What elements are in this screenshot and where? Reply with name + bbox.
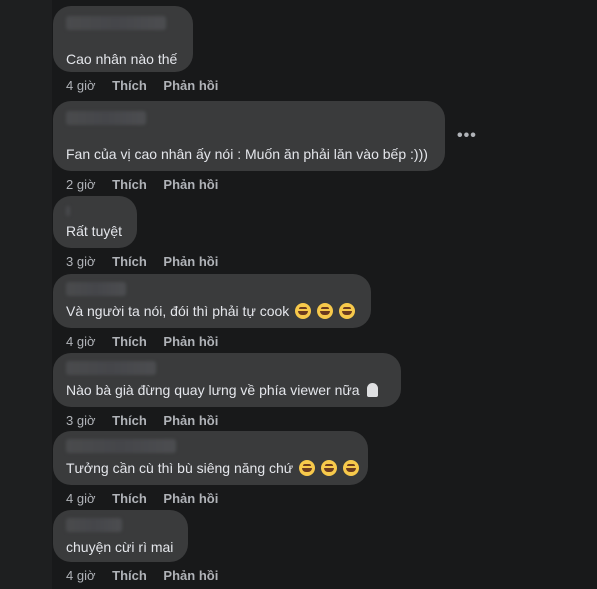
comment-bubble: Tưởng cần cù thì bù siêng năng chứ bbox=[53, 431, 368, 485]
comment-bubble: Và người ta nói, đói thì phải tự cook bbox=[53, 274, 371, 328]
avatar-column bbox=[0, 0, 52, 589]
comment-actions: 4 giờ Thích Phản hồi bbox=[53, 334, 371, 350]
laughing-emoji-icon bbox=[317, 303, 334, 319]
comment-text: Cao nhân nào thế bbox=[66, 51, 178, 67]
reply-button[interactable]: Phản hồi bbox=[163, 177, 218, 192]
comment-text-content: Và người ta nói, đói thì phải tự cook bbox=[66, 303, 290, 319]
comment-text: Nào bà già đừng quay lưng về phía viewer… bbox=[66, 381, 388, 399]
more-options-icon[interactable]: ••• bbox=[457, 127, 477, 145]
comment-time[interactable]: 3 giờ bbox=[66, 254, 96, 269]
comment-text: chuyện cừi rì mai bbox=[66, 539, 174, 555]
comment-time[interactable]: 4 giờ bbox=[66, 78, 96, 93]
reply-button[interactable]: Phản hồi bbox=[163, 254, 218, 269]
comment: chuyện cừi rì mai 4 giờ Thích Phản hồi bbox=[53, 510, 231, 584]
comment-text-content: Tưởng cần cù thì bù siêng năng chứ bbox=[66, 460, 294, 476]
comment-time[interactable]: 4 giờ bbox=[66, 568, 96, 583]
comment-time[interactable]: 2 giờ bbox=[66, 177, 96, 192]
reply-button[interactable]: Phản hồi bbox=[163, 78, 218, 93]
laughing-emoji-icon bbox=[342, 460, 359, 476]
reply-button[interactable]: Phản hồi bbox=[163, 413, 218, 428]
comment-time[interactable]: 3 giờ bbox=[66, 413, 96, 428]
comment-text: Fan của vị cao nhân ấy nói : Muốn ăn phả… bbox=[66, 146, 428, 162]
reply-button[interactable]: Phản hồi bbox=[163, 334, 218, 349]
comment-actions: 3 giờ Thích Phản hồi bbox=[53, 254, 231, 270]
comment-bubble: Rất tuyệt bbox=[53, 196, 137, 248]
comment: Rất tuyệt 3 giờ Thích Phản hồi bbox=[53, 196, 231, 270]
comment: Cao nhân nào thế 4 giờ Thích Phản hồi bbox=[53, 6, 231, 94]
reply-button[interactable]: Phản hồi bbox=[163, 491, 218, 506]
comment-text: Và người ta nói, đói thì phải tự cook bbox=[66, 302, 358, 320]
comment: Tưởng cần cù thì bù siêng năng chứ 4 giờ… bbox=[53, 431, 368, 507]
like-button[interactable]: Thích bbox=[112, 78, 147, 93]
author-name[interactable] bbox=[66, 439, 176, 453]
comment-actions: 4 giờ Thích Phản hồi bbox=[53, 491, 368, 507]
author-name[interactable] bbox=[66, 16, 166, 30]
laughing-emoji-icon bbox=[295, 303, 312, 319]
like-button[interactable]: Thích bbox=[112, 568, 147, 583]
comment: Và người ta nói, đói thì phải tự cook 4 … bbox=[53, 274, 371, 350]
comment-bubble: Fan của vị cao nhân ấy nói : Muốn ăn phả… bbox=[53, 101, 445, 171]
laughing-emoji-icon bbox=[338, 303, 355, 319]
author-name[interactable] bbox=[66, 282, 126, 296]
comment-bubble: chuyện cừi rì mai bbox=[53, 510, 188, 562]
like-button[interactable]: Thích bbox=[112, 413, 147, 428]
author-name[interactable] bbox=[66, 518, 122, 532]
comment-actions: 4 giờ Thích Phản hồi bbox=[53, 568, 231, 584]
comment: Fan của vị cao nhân ấy nói : Muốn ăn phả… bbox=[53, 101, 445, 193]
comment: Nào bà già đừng quay lưng về phía viewer… bbox=[53, 353, 401, 429]
author-name[interactable] bbox=[66, 361, 156, 375]
like-button[interactable]: Thích bbox=[112, 177, 147, 192]
comment-bubble: Cao nhân nào thế bbox=[53, 6, 193, 72]
comment-bubble: Nào bà già đừng quay lưng về phía viewer… bbox=[53, 353, 401, 407]
like-button[interactable]: Thích bbox=[112, 334, 147, 349]
comment-text: Tưởng cần cù thì bù siêng năng chứ bbox=[66, 459, 359, 477]
comment-actions: 2 giờ Thích Phản hồi bbox=[53, 177, 445, 193]
comment-actions: 4 giờ Thích Phản hồi bbox=[53, 78, 231, 94]
reply-button[interactable]: Phản hồi bbox=[163, 568, 218, 583]
comment-time[interactable]: 4 giờ bbox=[66, 334, 96, 349]
author-name[interactable] bbox=[66, 206, 70, 216]
ghost-emoji-icon bbox=[367, 383, 379, 397]
like-button[interactable]: Thích bbox=[112, 491, 147, 506]
comment-text: Rất tuyệt bbox=[66, 223, 123, 239]
like-button[interactable]: Thích bbox=[112, 254, 147, 269]
author-name[interactable] bbox=[66, 111, 146, 125]
comment-time[interactable]: 4 giờ bbox=[66, 491, 96, 506]
comment-actions: 3 giờ Thích Phản hồi bbox=[53, 413, 401, 429]
comment-text-content: Nào bà già đừng quay lưng về phía viewer… bbox=[66, 382, 360, 398]
laughing-emoji-icon bbox=[320, 460, 337, 476]
laughing-emoji-icon bbox=[299, 460, 316, 476]
